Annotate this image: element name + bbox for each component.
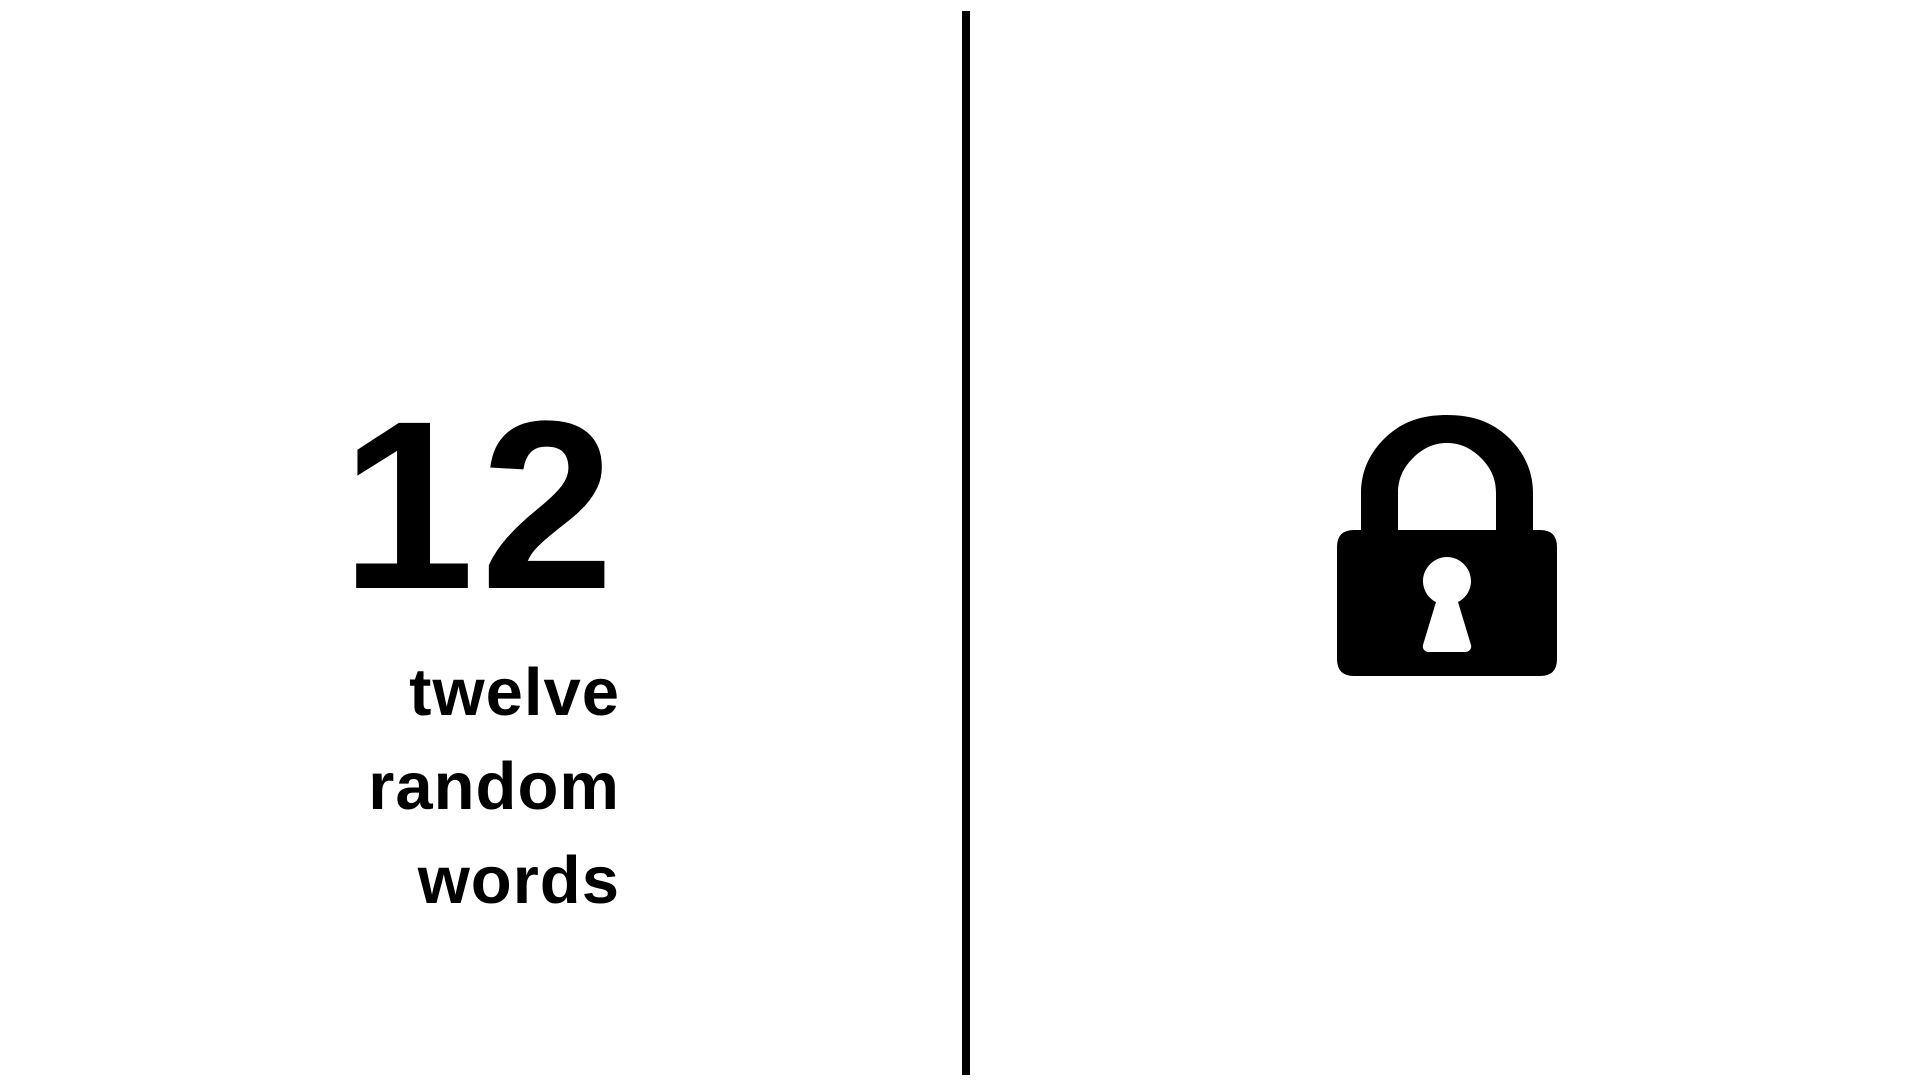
word-count-block: 12 twelve random words bbox=[280, 371, 620, 928]
padlock-icon bbox=[1337, 415, 1557, 676]
caption-line-2: random bbox=[368, 749, 620, 824]
slide: 12 twelve random words bbox=[0, 0, 1920, 1080]
padlock-body bbox=[1337, 530, 1557, 676]
word-count-number: 12 bbox=[341, 371, 620, 639]
caption-line-1: twelve bbox=[409, 655, 620, 730]
caption-line-3: words bbox=[417, 843, 620, 918]
vertical-divider bbox=[962, 11, 970, 1075]
word-count-caption: twelve random words bbox=[280, 646, 620, 928]
padlock-shackle bbox=[1361, 415, 1533, 532]
